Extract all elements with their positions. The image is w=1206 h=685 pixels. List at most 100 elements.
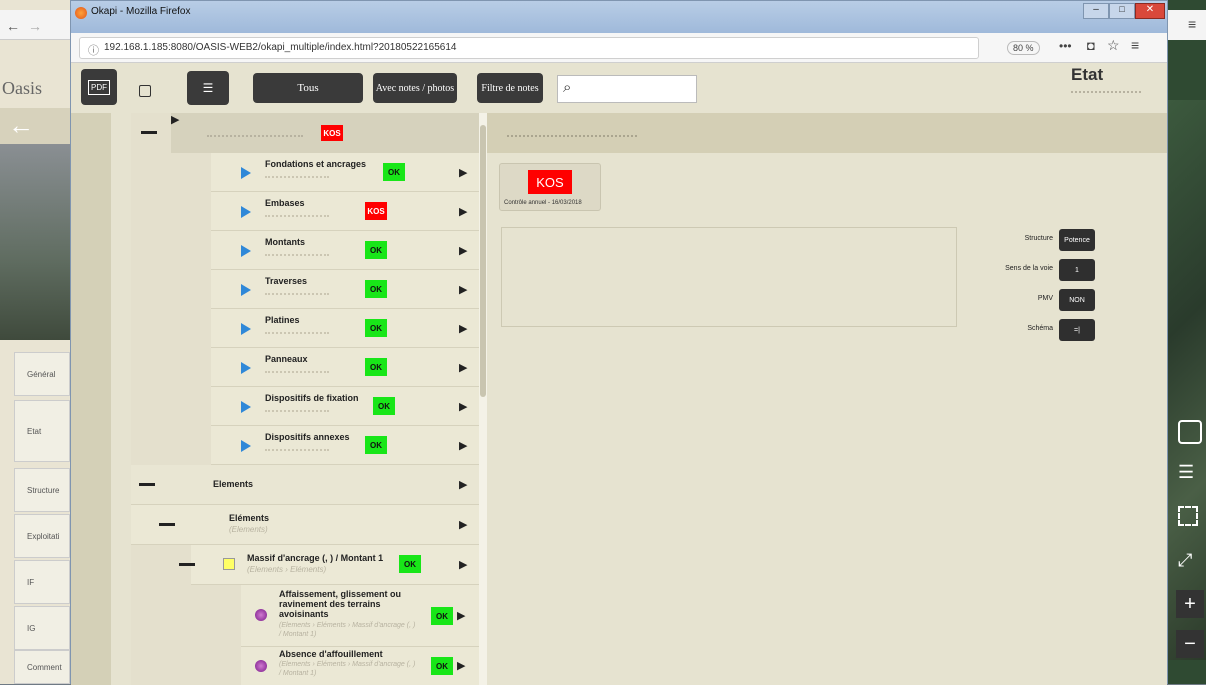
all-button[interactable]: Tous xyxy=(253,73,363,103)
expand-icon[interactable] xyxy=(241,167,251,179)
child-open-arrow[interactable]: ▶ xyxy=(459,244,467,257)
elements-sub-open-arrow[interactable]: ▶ xyxy=(459,518,467,531)
expand-icon[interactable] xyxy=(241,323,251,335)
child-subtitle-redacted xyxy=(265,368,329,373)
detail-title-redacted xyxy=(507,131,637,137)
expand-icon[interactable] xyxy=(241,401,251,413)
notes-photos-button[interactable]: Avec notes / photos xyxy=(373,73,457,103)
search-input[interactable] xyxy=(557,75,697,103)
bookmark-star-icon[interactable]: ☆ xyxy=(1107,37,1120,54)
pdf-export-button[interactable]: PDF xyxy=(81,69,117,105)
zoom-out-button[interactable]: − xyxy=(1176,630,1204,658)
leaf-open-arrow[interactable]: ▶ xyxy=(457,609,465,622)
map-layer-icon[interactable] xyxy=(1178,420,1202,444)
leaf-subtitle: (Elements › Eléments › Massif d'ancrage … xyxy=(279,622,416,638)
property-label: Schéma xyxy=(1027,325,1053,332)
scrollbar-thumb[interactable] xyxy=(480,125,486,397)
child-status-badge: KOS xyxy=(365,202,387,220)
select-area-icon[interactable] xyxy=(1178,506,1198,526)
minimize-button[interactable]: – xyxy=(1083,3,1109,19)
title-bar: Okapi - Mozilla Firefox – □ ✕ xyxy=(71,1,1167,33)
child-open-arrow[interactable]: ▶ xyxy=(459,439,467,452)
elements-open-arrow[interactable]: ▶ xyxy=(459,478,467,491)
background-photo xyxy=(0,144,70,340)
leaf-open-arrow[interactable]: ▶ xyxy=(457,659,465,672)
property-value[interactable]: =| xyxy=(1059,319,1095,341)
background-tab-ig[interactable]: IG xyxy=(14,606,70,650)
child-open-arrow[interactable]: ▶ xyxy=(459,361,467,374)
notes-filter-button[interactable]: Filtre de notes xyxy=(477,73,543,103)
tree-elements-sub-row[interactable]: Eléments (Elements) ▶ xyxy=(131,505,479,545)
leaf-bullet-icon xyxy=(255,660,267,672)
back-arrow-icon[interactable]: ← xyxy=(8,110,34,141)
maximize-button[interactable]: □ xyxy=(1109,3,1135,19)
child-open-arrow[interactable]: ▶ xyxy=(459,166,467,179)
status-card[interactable]: KOS Contrôle annuel - 16/03/2018 xyxy=(499,163,601,211)
property-value[interactable]: Potence xyxy=(1059,229,1095,251)
expand-icon[interactable] xyxy=(241,284,251,296)
window-title: Okapi - Mozilla Firefox xyxy=(91,6,191,17)
background-tab-comment[interactable]: Comment xyxy=(14,650,70,684)
tree-child-row[interactable]: Fondations et ancrages OK ▶ xyxy=(211,153,479,192)
leaf-subtitle: (Elements › Eléments › Massif d'ancrage … xyxy=(279,661,416,677)
tree-elements-row[interactable]: Elements ▶ xyxy=(131,465,479,505)
tree-child-row[interactable]: Montants OK ▶ xyxy=(211,231,479,270)
hamburger-icon[interactable]: ≡ xyxy=(1188,16,1196,32)
search-icon[interactable]: ⌕ xyxy=(563,79,571,96)
back-icon[interactable]: ← xyxy=(6,18,20,34)
child-open-arrow[interactable]: ▶ xyxy=(459,322,467,335)
child-open-arrow[interactable]: ▶ xyxy=(459,205,467,218)
property-value[interactable]: 1 xyxy=(1059,259,1095,281)
background-tab-etat[interactable]: Etat xyxy=(14,400,70,462)
tree-child-row[interactable]: Panneaux OK ▶ xyxy=(211,348,479,387)
close-button[interactable]: ✕ xyxy=(1135,3,1165,19)
tree-child-row[interactable]: Embases KOS ▶ xyxy=(211,192,479,231)
massif-open-arrow[interactable]: ▶ xyxy=(459,558,467,571)
child-title: Dispositifs de fixation xyxy=(265,393,359,403)
tree-leaf-row[interactable]: Affaissement, glissement ou ravinement d… xyxy=(241,585,479,647)
zoom-level[interactable]: 80 % xyxy=(1007,41,1040,55)
tree-child-row[interactable]: Dispositifs de fixation OK ▶ xyxy=(211,387,479,426)
expand-icon[interactable] xyxy=(241,206,251,218)
background-tab-structure[interactable]: Structure xyxy=(14,468,70,512)
fullscreen-icon[interactable]: ⤢ xyxy=(1178,550,1192,571)
tree-leaf-row[interactable]: Absence d'affouillement (Elements › Elém… xyxy=(241,647,479,685)
tree-massif-row[interactable]: Massif d'ancrage (, ) / Montant 1 (Eleme… xyxy=(179,545,479,585)
expand-icon[interactable] xyxy=(241,440,251,452)
notes-box[interactable] xyxy=(501,227,957,327)
address-field[interactable]: ⓘ 192.168.1.185:8080/OASIS-WEB2/okapi_mu… xyxy=(79,37,979,59)
child-subtitle-redacted xyxy=(265,173,329,178)
list-view-button[interactable]: ☰ xyxy=(187,71,229,105)
tree-child-row[interactable]: Platines OK ▶ xyxy=(211,309,479,348)
note-icon[interactable]: ☰ xyxy=(1178,462,1194,483)
tree-root-row[interactable]: KOS ▶ xyxy=(141,113,479,153)
background-tab-general[interactable]: Général xyxy=(14,352,70,396)
collapse-elements-sub-icon[interactable] xyxy=(159,523,175,526)
collapse-elements-icon[interactable] xyxy=(139,483,155,486)
expand-icon[interactable] xyxy=(241,362,251,374)
root-open-arrow[interactable]: ▶ xyxy=(171,114,179,126)
child-title: Dispositifs annexes xyxy=(265,432,350,442)
menu-icon[interactable]: ≡ xyxy=(1131,37,1139,53)
collapse-root-icon[interactable] xyxy=(141,131,157,134)
leaf-status-badge: OK xyxy=(431,657,453,675)
collapse-massif-icon[interactable] xyxy=(179,563,195,566)
tree-scrollbar[interactable] xyxy=(479,113,487,685)
property-value[interactable]: NON xyxy=(1059,289,1095,311)
zoom-in-button[interactable]: + xyxy=(1176,590,1204,618)
tree-child-row[interactable]: Traverses OK ▶ xyxy=(211,270,479,309)
forward-icon[interactable]: → xyxy=(28,18,42,34)
background-window: ← → Oasis ← Général Etat Structure Explo… xyxy=(0,0,70,684)
pocket-icon[interactable]: ◘ xyxy=(1087,38,1095,53)
child-open-arrow[interactable]: ▶ xyxy=(459,283,467,296)
page-actions-icon[interactable]: ••• xyxy=(1059,39,1072,53)
background-tab-exploitation[interactable]: Exploitati xyxy=(14,514,70,558)
child-open-arrow[interactable]: ▶ xyxy=(459,400,467,413)
background-tab-if[interactable]: IF xyxy=(14,560,70,604)
info-icon[interactable]: ⓘ xyxy=(88,42,99,58)
child-status-badge: OK xyxy=(365,241,387,259)
pdf-icon: PDF xyxy=(88,79,110,95)
expand-icon[interactable] xyxy=(241,245,251,257)
collapse-all-icon[interactable] xyxy=(139,85,151,97)
tree-child-row[interactable]: Dispositifs annexes OK ▶ xyxy=(211,426,479,465)
